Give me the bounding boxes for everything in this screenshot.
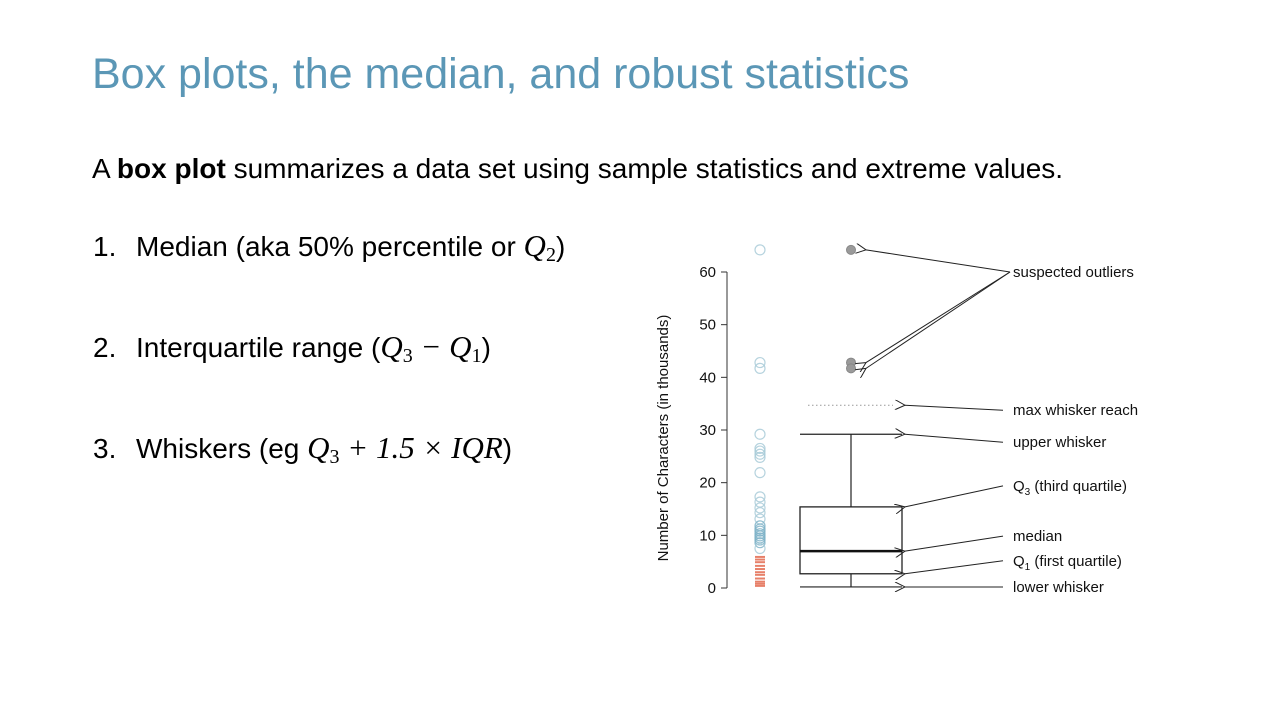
- annotations: suspected outliers max whisker reach upper…: [866, 250, 1138, 596]
- annotation-label: max whisker reach: [1013, 402, 1138, 419]
- annotation-text: Q: [1013, 553, 1025, 570]
- annotation-arrow: [905, 560, 1004, 574]
- box-iqr: [799, 506, 903, 575]
- strip-point: [754, 356, 766, 369]
- y-axis-title: Number of Characters (in thousands): [655, 315, 672, 562]
- annotation-arrow: [866, 271, 1011, 363]
- strip-point: [754, 428, 766, 440]
- strip-point: [754, 467, 766, 479]
- y-axis: 0 10 20 30 40 50 60: [699, 264, 728, 597]
- outlier-point: [846, 244, 856, 255]
- annotation-arrow: [866, 271, 1011, 368]
- y-tick-label: 20: [699, 475, 716, 492]
- annotation-text: upper whisker: [1013, 434, 1106, 451]
- strip-plot: [754, 244, 766, 587]
- strip-point: [754, 362, 766, 374]
- annotation-label: upper whisker: [1013, 434, 1106, 451]
- box-plot: [799, 244, 903, 588]
- annotation-label: median: [1013, 528, 1062, 545]
- annotation-arrow: [866, 250, 1011, 273]
- annotation-text: lower whisker: [1013, 579, 1104, 596]
- strip-point: [754, 244, 766, 256]
- annotation-text: Q: [1013, 478, 1025, 495]
- annotation-arrow: [905, 485, 1004, 507]
- annotation-label: Q1 (first quartile): [1013, 553, 1122, 573]
- y-tick-label: 40: [699, 369, 716, 386]
- y-tick-label: 10: [699, 527, 716, 544]
- y-tick-label: 0: [708, 580, 716, 597]
- y-tick-label: 30: [699, 422, 716, 439]
- annotation-text: (first quartile): [1030, 553, 1122, 570]
- annotation-arrow: [905, 535, 1004, 551]
- y-tick-label: 50: [699, 317, 716, 334]
- annotation-text: max whisker reach: [1013, 402, 1138, 419]
- annotation-label: Q3 (third quartile): [1013, 478, 1127, 498]
- box-plot-chart: 0 10 20 30 40 50 60 Number of Characters (in t…: [655, 0, 1138, 597]
- annotation-arrow: [905, 434, 1004, 443]
- y-tick-label: 60: [699, 264, 716, 281]
- annotation-text: (third quartile): [1030, 478, 1127, 495]
- annotation-text: median: [1013, 528, 1062, 545]
- annotation-label: lower whisker: [1013, 579, 1104, 596]
- annotation-label: suspected outliers: [1013, 264, 1134, 281]
- annotation-arrow: [905, 405, 1004, 411]
- annotation-text: suspected outliers: [1013, 264, 1134, 281]
- outlier-point: [846, 363, 856, 374]
